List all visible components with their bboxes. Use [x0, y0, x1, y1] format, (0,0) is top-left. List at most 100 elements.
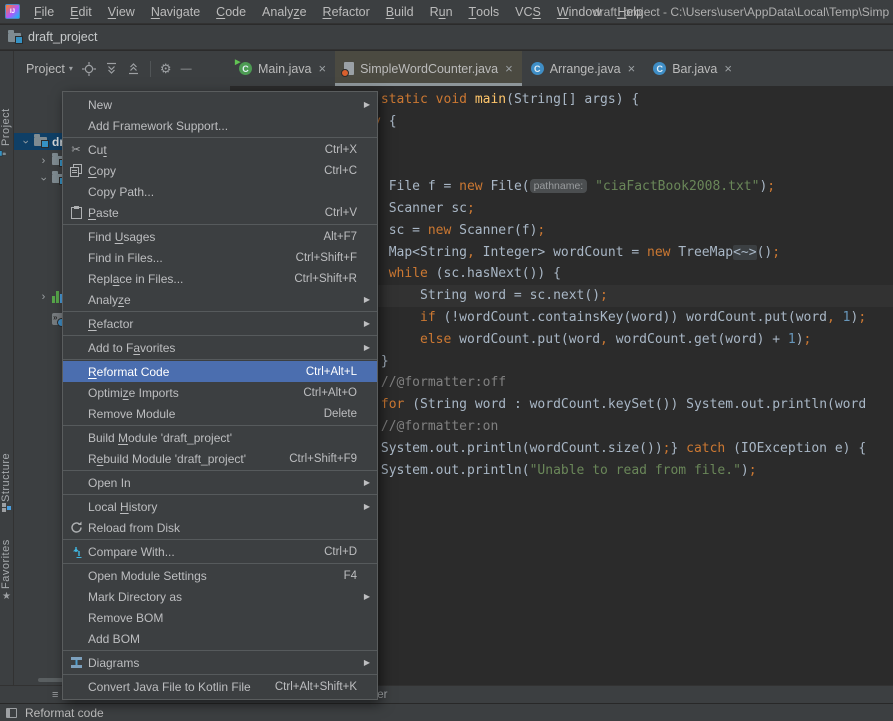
menu-separator	[63, 335, 377, 336]
menu-item-optimize-imports[interactable]: Optimize ImportsCtrl+Alt+O	[63, 382, 377, 403]
menu-item-build-module-draft-project[interactable]: Build Module 'draft_project'	[63, 427, 377, 448]
menu-separator	[63, 563, 377, 564]
menu-item-local-history[interactable]: Local History▶	[63, 496, 377, 517]
menu-item-open-in[interactable]: Open In▶	[63, 472, 377, 493]
tab-Main.java[interactable]: C▶ Main.java ×	[230, 51, 335, 86]
menu-item-compare-with[interactable]: Compare With...Ctrl+D	[63, 541, 377, 562]
menu-item-rebuild-module-draft-project[interactable]: Rebuild Module 'draft_project'Ctrl+Shift…	[63, 448, 377, 469]
menubar-item-vcs[interactable]: VCS	[507, 0, 549, 23]
modified-file-icon	[344, 62, 354, 75]
menu-separator	[63, 470, 377, 471]
menubar-item-code[interactable]: Code	[208, 0, 254, 23]
menu-item-add-to-favorites[interactable]: Add to Favorites▶	[63, 337, 377, 358]
menu-item-copy[interactable]: CopyCtrl+C	[63, 160, 377, 181]
main-class-icon: C▶	[239, 62, 252, 75]
menubar-item-edit[interactable]: Edit	[62, 0, 100, 23]
menu-item-shortcut: Alt+F7	[323, 231, 357, 243]
diagrams-icon	[70, 656, 83, 669]
star-icon[interactable]: ★	[2, 591, 11, 602]
menubar-item-tools[interactable]: Tools	[461, 0, 508, 23]
chevron-expanded-icon[interactable]: ›	[20, 136, 32, 147]
cut-icon: ✂	[71, 143, 80, 156]
menu-item-label: Find Usages	[88, 230, 155, 244]
structure-icon[interactable]	[2, 503, 11, 512]
context-menu: New▶Add Framework Support...✂CutCtrl+XCo…	[62, 91, 378, 700]
menu-item-open-module-settings[interactable]: Open Module SettingsF4	[63, 565, 377, 586]
menu-item-reload-from-disk[interactable]: Reload from Disk	[63, 517, 377, 538]
menu-item-remove-bom[interactable]: Remove BOM	[63, 607, 377, 628]
stripe-structure-button[interactable]: Structure	[0, 451, 14, 503]
menu-item-reformat-code[interactable]: Reformat CodeCtrl+Alt+L	[63, 361, 377, 382]
tab-label: Main.java	[258, 62, 312, 76]
copy-icon	[70, 164, 82, 177]
close-icon[interactable]: ×	[724, 62, 732, 75]
menu-separator	[63, 359, 377, 360]
stripe-favorites-button[interactable]: Favorites	[0, 543, 14, 589]
menu-item-label: New	[88, 98, 112, 112]
menu-separator	[63, 425, 377, 426]
toolwindow-toggle-icon[interactable]	[6, 708, 17, 718]
compare-icon	[70, 545, 83, 558]
menu-item-label: Remove BOM	[88, 611, 163, 625]
menu-item-label: Refactor	[88, 317, 133, 331]
menubar-item-file[interactable]: File	[26, 0, 62, 23]
menubar-item-view[interactable]: View	[100, 0, 143, 23]
menu-item-mark-directory-as[interactable]: Mark Directory as▶	[63, 586, 377, 607]
menu-item-label: Build Module 'draft_project'	[88, 431, 232, 445]
menu-item-label: Optimize Imports	[88, 386, 179, 400]
menu-item-replace-in-files[interactable]: Replace in Files...Ctrl+Shift+R	[63, 268, 377, 289]
tab-SimpleWordCounter.java[interactable]: SimpleWordCounter.java ×	[335, 51, 522, 86]
menu-item-cut[interactable]: ✂CutCtrl+X	[63, 139, 377, 160]
menu-item-shortcut: Ctrl+Alt+L	[306, 366, 357, 378]
menu-item-add-bom[interactable]: Add BOM	[63, 628, 377, 649]
intellij-logo-icon: IJ	[5, 4, 20, 19]
menubar-item-analyze[interactable]: Analyze	[254, 0, 314, 23]
menubar-item-navigate[interactable]: Navigate	[143, 0, 208, 23]
close-icon[interactable]: ×	[319, 62, 327, 75]
submenu-arrow-icon: ▶	[361, 100, 370, 109]
tab-label: SimpleWordCounter.java	[360, 62, 498, 76]
submenu-arrow-icon: ▶	[361, 343, 370, 352]
chevron-collapsed-icon[interactable]: ›	[38, 155, 49, 167]
close-icon[interactable]: ×	[628, 62, 636, 75]
submenu-arrow-icon: ▶	[361, 658, 370, 667]
menubar-item-refactor[interactable]: Refactor	[315, 0, 378, 23]
menu-item-paste[interactable]: Paste Ctrl+V	[63, 202, 377, 223]
menubar-item-run[interactable]: Run	[422, 0, 461, 23]
menu-item-label: Compare With...	[88, 545, 175, 559]
menu-item-copy-path[interactable]: Copy Path...	[63, 181, 377, 202]
tab-Bar.java[interactable]: CBar.java×	[644, 51, 741, 86]
reload-icon	[70, 521, 83, 534]
tab-Arrange.java[interactable]: CArrange.java×	[522, 51, 644, 86]
menu-item-find-usages[interactable]: Find Usages Alt+F7	[63, 226, 377, 247]
menu-item-label: Copy Path...	[88, 185, 154, 199]
menu-item-diagrams[interactable]: Diagrams▶	[63, 652, 377, 673]
menu-item-shortcut: Ctrl+V	[325, 207, 357, 219]
chevron-expanded-icon[interactable]: ›	[38, 173, 50, 184]
status-bar: Reformat code	[0, 703, 893, 721]
menu-item-remove-module[interactable]: Remove ModuleDelete	[63, 403, 377, 424]
menu-item-shortcut: Ctrl+Alt+Shift+K	[275, 681, 357, 693]
menu-item-analyze[interactable]: Analyze▶	[63, 289, 377, 310]
menu-item-label: Add Framework Support...	[88, 119, 228, 133]
chevron-collapsed-icon[interactable]: ›	[38, 291, 49, 303]
menu-item-add-framework-support[interactable]: Add Framework Support...	[63, 115, 377, 136]
menu-item-convert-java-file-to-kotlin-file[interactable]: Convert Java File to Kotlin FileCtrl+Alt…	[63, 676, 377, 697]
menu-item-shortcut: F4	[344, 570, 357, 582]
parameter-hint: pathname:	[530, 179, 588, 193]
class-icon: C	[653, 62, 666, 75]
navigation-bar: draft_project	[0, 25, 893, 50]
menu-item-shortcut: Ctrl+Shift+F	[296, 252, 357, 264]
submenu-arrow-icon: ▶	[361, 319, 370, 328]
menubar-item-build[interactable]: Build	[378, 0, 422, 23]
menu-item-find-in-files[interactable]: Find in Files...Ctrl+Shift+F	[63, 247, 377, 268]
paste-icon	[71, 206, 82, 219]
breadcrumb-module[interactable]: draft_project	[28, 30, 97, 44]
close-icon[interactable]: ×	[505, 62, 513, 75]
menu-item-refactor[interactable]: Refactor ▶	[63, 313, 377, 334]
menu-item-label: Paste	[88, 206, 119, 220]
window-title: draft_project - C:\Users\user\AppData\Lo…	[593, 0, 889, 24]
menu-item-label: Replace in Files...	[88, 272, 183, 286]
menu-item-new[interactable]: New ▶	[63, 94, 377, 115]
stripe-project-button[interactable]: Project	[0, 104, 14, 150]
